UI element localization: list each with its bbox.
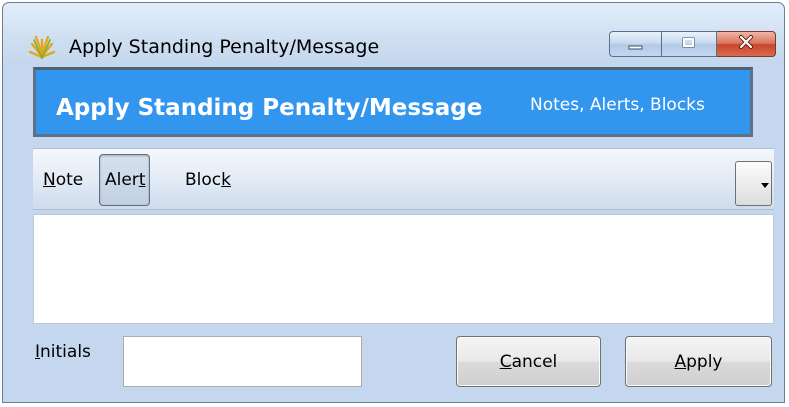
close-icon <box>737 34 755 54</box>
banner-title: Apply Standing Penalty/Message <box>56 95 483 121</box>
cancel-label: ancel <box>511 351 558 372</box>
initials-label-text: nitials <box>40 342 91 362</box>
window-title: Apply Standing Penalty/Message <box>69 36 380 58</box>
penalty-type-toolbar: Note Alert Block <box>33 148 774 210</box>
banner-subtitle: Notes, Alerts, Blocks <box>530 95 705 115</box>
note-label: ote <box>55 170 84 190</box>
toolbar-item-alert[interactable]: Alert <box>99 154 151 206</box>
toolbar-item-block[interactable]: Block <box>185 169 231 191</box>
minimize-button[interactable] <box>609 31 662 57</box>
initials-label: Initials <box>35 341 91 363</box>
apply-penalty-window: Apply Standing Penalty/Message Apply Sta… <box>2 2 785 403</box>
close-button[interactable] <box>717 31 776 57</box>
apply-access-key: A <box>674 351 687 372</box>
header-banner: Apply Standing Penalty/Message Notes, Al… <box>33 67 753 137</box>
block-access-key: k <box>221 170 231 190</box>
caret-down-icon <box>760 174 770 193</box>
toolbar-item-note[interactable]: Note <box>43 169 83 191</box>
block-label: Bloc <box>185 170 222 190</box>
alert-label: Aler <box>105 170 139 190</box>
message-textarea[interactable] <box>33 214 774 324</box>
app-logo-icon <box>28 32 56 60</box>
cancel-button[interactable]: Cancel <box>456 336 601 387</box>
title-bar[interactable]: Apply Standing Penalty/Message <box>3 3 784 61</box>
note-access-key: N <box>43 170 56 190</box>
minimize-icon <box>628 35 644 54</box>
cancel-access-key: C <box>499 351 512 372</box>
alert-access-key: t <box>138 170 146 190</box>
window-controls <box>609 31 776 57</box>
apply-button[interactable]: Apply <box>625 336 772 387</box>
toolbar-overflow-button[interactable] <box>735 161 772 206</box>
maximize-button[interactable] <box>662 31 717 57</box>
maximize-icon <box>681 35 697 54</box>
apply-label: pply <box>686 351 723 372</box>
initials-input[interactable] <box>123 336 362 387</box>
